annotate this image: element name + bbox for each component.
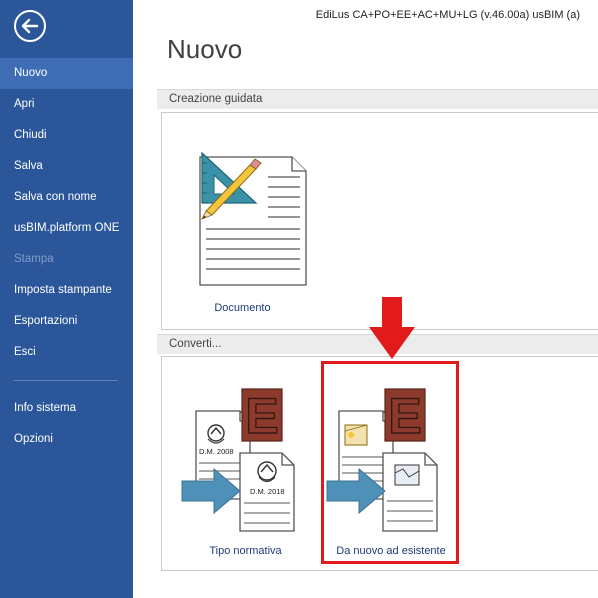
sidebar-divider bbox=[14, 380, 118, 381]
sidebar-item-salva-con-nome[interactable]: Salva con nome bbox=[0, 182, 133, 213]
page-title: Nuovo bbox=[167, 34, 243, 64]
sidebar-item-chiudi[interactable]: Chiudi bbox=[0, 120, 133, 151]
sidebar-item-esportazioni[interactable]: Esportazioni bbox=[0, 306, 133, 337]
sidebar-item-opzioni[interactable]: Opzioni bbox=[0, 424, 133, 455]
tile-label-documento: Documento bbox=[214, 302, 271, 314]
annotation-highlight-box bbox=[321, 361, 459, 564]
badge-letter: E bbox=[245, 388, 278, 444]
section-title: Converti... bbox=[169, 338, 222, 350]
document-with-triangle-pencil-icon bbox=[199, 151, 307, 286]
sidebar-item-salva[interactable]: Salva bbox=[0, 151, 133, 182]
tile-documento[interactable]: Documento bbox=[170, 121, 315, 321]
back-button[interactable] bbox=[14, 10, 46, 42]
sidebar-item-imposta-stampante[interactable]: Imposta stampante bbox=[0, 275, 133, 306]
tile-label-tipo-normativa: Tipo normativa bbox=[209, 545, 282, 557]
sidebar-item-nuovo[interactable]: Nuovo bbox=[0, 58, 133, 89]
sidebar-item-apri[interactable]: Apri bbox=[0, 89, 133, 120]
section-header-creazione-guidata: Creazione guidata bbox=[157, 89, 598, 109]
arrow-left-icon bbox=[21, 18, 39, 34]
sidebar: Nuovo Apri Chiudi Salva Salva con nome u… bbox=[0, 0, 133, 598]
sidebar-item-usbim-platform-one[interactable]: usBIM.platform ONE bbox=[0, 213, 133, 244]
convert-normativa-icon: D.M. 2008 D.M. 2018 E bbox=[181, 387, 295, 532]
doc-label-dm2018: D.M. 2018 bbox=[250, 487, 285, 496]
sidebar-item-info-sistema[interactable]: Info sistema bbox=[0, 393, 133, 424]
doc-label-dm2008: D.M. 2008 bbox=[199, 447, 234, 456]
section-title: Creazione guidata bbox=[169, 93, 263, 105]
annotation-arrow-down-icon bbox=[369, 297, 415, 359]
sidebar-item-stampa: Stampa bbox=[14, 253, 54, 265]
tile-tipo-normativa[interactable]: D.M. 2008 D.M. 2018 E Tipo normativa bbox=[178, 365, 313, 565]
app-title: EdiLus CA+PO+EE+AC+MU+LG (v.46.00a) usBI… bbox=[315, 9, 580, 21]
sidebar-item-esci[interactable]: Esci bbox=[0, 337, 133, 368]
